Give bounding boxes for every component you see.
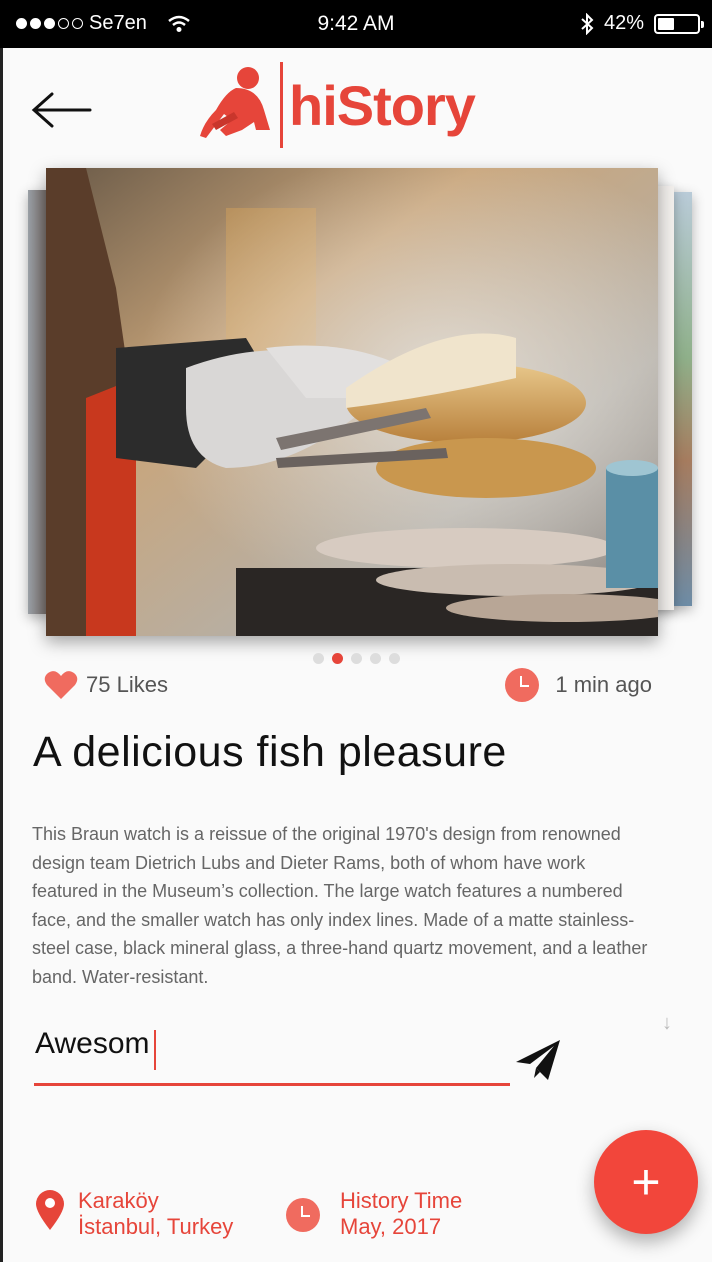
pager-dot[interactable] [388, 653, 400, 664]
logo-text: hiStory [289, 73, 476, 137]
history-text: History Time May, 2017 [340, 1188, 462, 1240]
pager-dot[interactable] [331, 653, 343, 664]
carousel-card-current[interactable] [46, 168, 658, 636]
battery-icon [654, 13, 704, 34]
comment-field[interactable] [34, 1024, 510, 1086]
paper-plane-icon [516, 1040, 560, 1080]
like-button[interactable]: 75 Likes [44, 670, 168, 700]
pager-dot[interactable] [350, 653, 362, 664]
location-link[interactable]: Karaköy İstanbul, Turkey [34, 1188, 233, 1240]
app-logo: hiStory [198, 60, 476, 150]
scroll-down-icon[interactable]: ↓ [662, 1012, 672, 1035]
comment-input[interactable] [34, 1024, 510, 1064]
back-button[interactable] [30, 88, 94, 132]
carousel-pager[interactable] [0, 653, 712, 664]
plus-icon: + [631, 1154, 661, 1210]
food-photo [46, 168, 658, 636]
likes-count: 75 Likes [86, 672, 168, 697]
history-time: History Time May, 2017 [286, 1188, 462, 1240]
post-time: 1 min ago [505, 668, 652, 702]
pager-dot[interactable] [312, 653, 324, 664]
send-button[interactable] [514, 1038, 562, 1082]
battery-percent: 42% [603, 12, 644, 34]
clock-icon [505, 668, 540, 702]
post-title: A delicious fish pleasure [33, 728, 507, 776]
status-bar: Se7en 9:42 AM 42% [0, 0, 712, 48]
history-date: May, 2017 [340, 1214, 442, 1239]
time-ago: 1 min ago [555, 672, 652, 697]
text-cursor [154, 1030, 156, 1070]
location-city: İstanbul, Turkey [78, 1214, 234, 1239]
reading-child-logo-icon [200, 67, 270, 138]
add-button[interactable]: + [594, 1130, 698, 1234]
logo-divider [280, 62, 283, 148]
map-pin-icon [36, 1190, 64, 1230]
arrow-left-icon [31, 92, 92, 128]
clock-icon [286, 1198, 320, 1232]
post-description: This Braun watch is a reissue of the ori… [32, 824, 648, 987]
history-label: History Time [340, 1188, 463, 1213]
bluetooth-icon [581, 12, 594, 35]
location-text: Karaköy İstanbul, Turkey [78, 1188, 233, 1240]
location-district: Karaköy [78, 1188, 159, 1213]
heart-icon [44, 671, 78, 699]
status-right: 42% [580, 12, 704, 35]
pager-dot[interactable] [369, 653, 381, 664]
